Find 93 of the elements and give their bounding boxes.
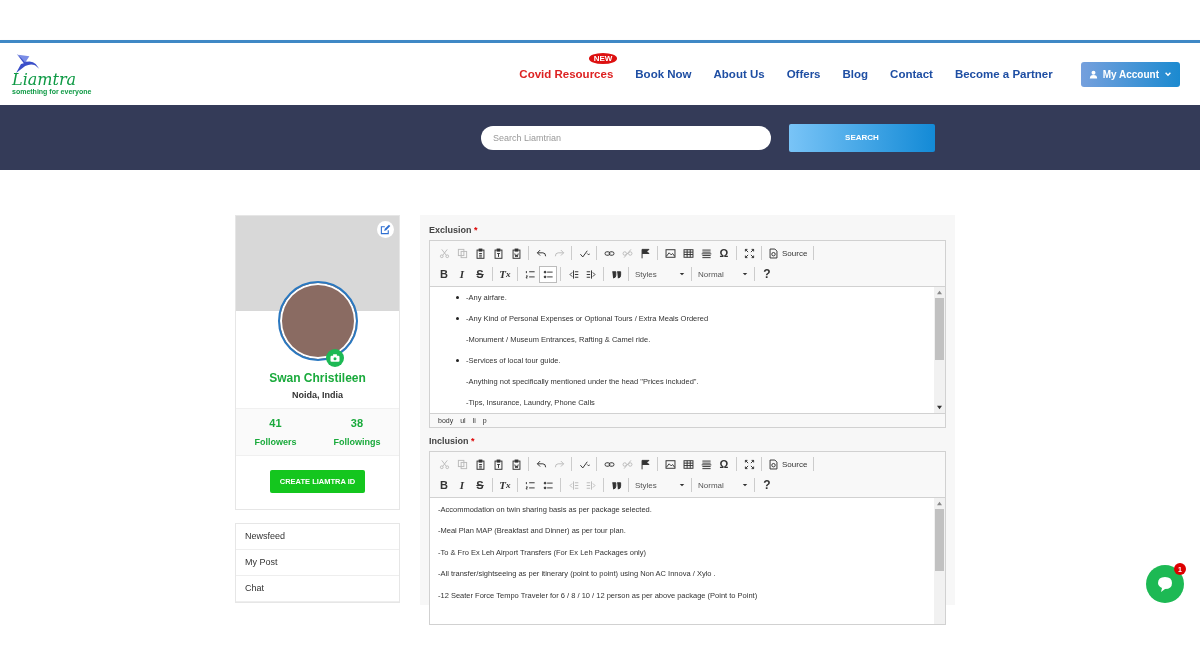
scrollbar[interactable] [934,498,945,624]
menu-item[interactable]: Newsfeed [236,524,399,550]
strikethrough-button[interactable]: S [471,476,489,494]
scroll-up-icon [936,290,943,295]
clipboard-icon [492,458,504,470]
nav-link[interactable]: Offers [786,68,821,80]
undo-icon [535,458,547,470]
bullet-icon [456,296,459,300]
nav-link[interactable]: Book Now [635,68,692,80]
clipboard-icon [510,247,522,259]
scrollbar[interactable] [934,287,945,413]
maximize-icon [743,458,755,470]
chevron-down-icon [1164,70,1172,78]
bold-button[interactable]: B [435,265,453,283]
caret-icon [742,482,748,488]
styles-dropdown[interactable]: Styles [632,476,688,494]
search-field[interactable]: Search Liamtrian [481,125,771,150]
special-character-button[interactable]: Ω [715,244,733,262]
caret-icon [679,482,685,488]
undo-icon [535,247,547,259]
maximize-icon [743,247,755,259]
indent-icon [585,268,597,280]
table-icon [682,247,694,259]
nav-link[interactable]: Become a Partner [954,68,1053,80]
quote-icon [610,479,622,491]
strikethrough-button[interactable]: S [471,265,489,283]
menu-item[interactable]: My Post [236,550,399,576]
flag-icon [639,247,651,259]
outdent-icon [567,268,579,280]
source-button[interactable]: Source [765,244,811,262]
nav-link[interactable]: Blog [842,68,869,80]
flag-icon [639,458,651,470]
bulleted-list-icon [542,268,554,280]
speech-bubble-icon [1155,574,1175,594]
user-icon [1088,69,1098,79]
document-icon [768,458,779,470]
clipboard-icon [492,247,504,259]
bold-button[interactable]: B [435,476,453,494]
help-button[interactable]: ? [758,476,776,494]
clipboard-icon [510,458,522,470]
edit-icon [380,224,391,235]
scroll-down-icon [936,405,943,410]
outdent-icon [567,479,579,491]
clipboard-icon [474,247,486,259]
profile-name: Swan Christileen [269,371,366,385]
required-mark: * [471,436,475,446]
quote-icon [610,268,622,280]
numbered-list-icon [524,268,536,280]
clipboard-icon [474,458,486,470]
bullet-icon [456,317,459,321]
redo-icon [553,458,565,470]
unlink-icon [621,247,633,259]
styles-dropdown[interactable]: Styles [632,265,688,283]
logo-text[interactable]: Liamtra [12,71,92,88]
copy-icon [456,247,468,259]
source-button[interactable]: Source [765,455,811,473]
image-icon [664,458,676,470]
format-dropdown[interactable]: Normal [695,476,751,494]
image-icon [664,247,676,259]
nav-link[interactable]: About Us [713,68,765,80]
numbered-list-icon [524,479,536,491]
italic-button[interactable]: I [453,476,471,494]
horizontal-line-icon [700,458,712,470]
help-button[interactable]: ? [758,265,776,283]
new-badge: NEW [588,53,618,64]
scissors-icon [438,458,450,470]
indent-icon [585,479,597,491]
bulleted-list-button[interactable] [539,265,557,283]
unlink-icon [621,458,633,470]
nav-link[interactable]: Contact [890,68,933,80]
special-character-button[interactable]: Ω [715,455,733,473]
format-dropdown[interactable]: Normal [695,265,751,283]
table-icon [682,458,694,470]
scissors-icon [438,247,450,259]
field-label: Inclusion [429,436,469,446]
stat-count: 38 [350,417,364,429]
camera-icon [328,352,341,364]
bulleted-list-icon [542,479,554,491]
required-mark: * [474,225,478,235]
bullet-icon [456,358,459,362]
italic-button[interactable]: I [453,265,471,283]
caret-icon [679,271,685,277]
document-icon [768,247,779,259]
profile-location: Noida, India [292,390,343,400]
menu-item[interactable]: Chat [236,576,399,602]
horizontal-line-icon [700,247,712,259]
caret-icon [742,271,748,277]
redo-icon [553,247,565,259]
stat-count: 41 [269,417,282,429]
scroll-up-icon [936,501,943,506]
field-label: Exclusion [429,225,472,235]
nav-link[interactable]: Covid Resources [519,68,614,80]
copy-icon [456,458,468,470]
